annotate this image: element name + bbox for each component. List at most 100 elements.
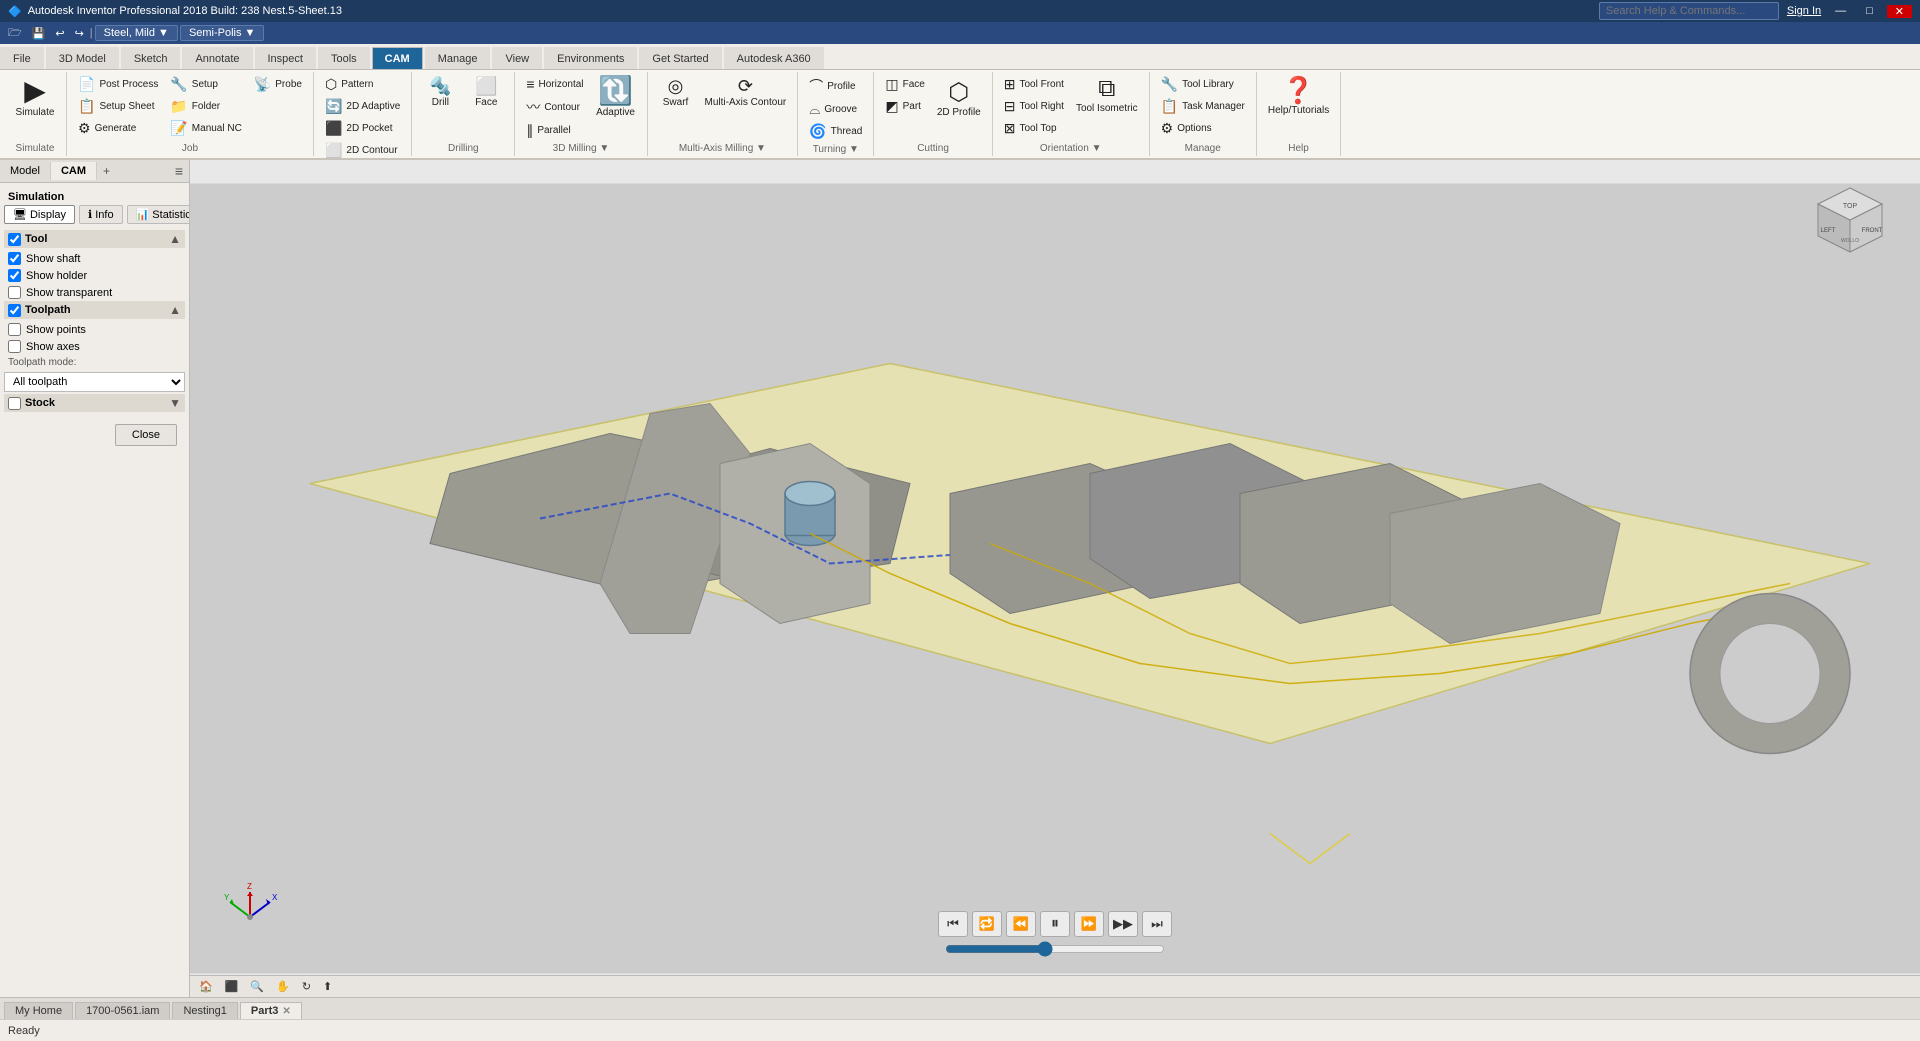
multi-axis-contour-button[interactable]: ⟳ Multi-Axis Contour: [700, 74, 792, 111]
manual-nc-button[interactable]: 📝 Manual NC: [165, 118, 246, 139]
panel-menu-btn[interactable]: ≡: [169, 160, 189, 182]
tool-section-checkbox[interactable]: [8, 233, 21, 246]
sim-tab-statistics[interactable]: 📊 Statistics: [127, 205, 189, 224]
next-op-btn[interactable]: ▶▶: [1108, 911, 1138, 937]
pan-btn[interactable]: ✋: [271, 978, 295, 995]
surface-selector[interactable]: Semi-Polis ▼: [180, 25, 265, 41]
undo-btn[interactable]: ↩: [51, 25, 68, 42]
toolpath-section-header[interactable]: Toolpath ▲: [4, 301, 185, 319]
pattern-button[interactable]: ⬡ Pattern: [320, 74, 405, 95]
stock-section-toggle[interactable]: ▼: [169, 396, 181, 410]
profile-button[interactable]: ⌒ Profile: [804, 74, 867, 98]
sim-tab-info[interactable]: ℹ Info: [79, 205, 123, 224]
sign-in-link[interactable]: Sign In: [1787, 5, 1821, 17]
2d-contour-button[interactable]: ⬜ 2D Contour: [320, 140, 405, 160]
tool-isometric-button[interactable]: ⧉ Tool Isometric: [1071, 74, 1143, 117]
tab-get-started[interactable]: Get Started: [639, 47, 721, 69]
setup-button[interactable]: 🔧 Setup: [165, 74, 246, 95]
toolpath-section-toggle[interactable]: ▲: [169, 303, 181, 317]
tab-tools[interactable]: Tools: [318, 47, 370, 69]
post-process-button[interactable]: 📄 Post Process: [73, 74, 163, 95]
part-button[interactable]: ◩ Part: [880, 96, 929, 117]
swarf-button[interactable]: ◎ Swarf: [654, 74, 698, 111]
contour-button[interactable]: 〰 Contour: [521, 95, 588, 119]
tool-top-button[interactable]: ⊠ Tool Top: [999, 118, 1069, 139]
search-input[interactable]: [1599, 2, 1779, 20]
minimize-btn[interactable]: —: [1829, 5, 1852, 17]
tab-nesting[interactable]: Nesting1: [172, 1002, 237, 1019]
material-selector[interactable]: Steel, Mild ▼: [95, 25, 178, 41]
open-btn[interactable]: 🗁: [4, 22, 26, 45]
toolpath-mode-select[interactable]: All toolpath Active toolpath None: [4, 372, 185, 392]
generate-button[interactable]: ⚙ Generate: [73, 118, 163, 139]
view-cube[interactable]: TOP LEFT FRONT WOLLO: [1810, 180, 1890, 260]
face-cut-button[interactable]: ◫ Face: [880, 74, 929, 95]
stock-section-checkbox[interactable]: [8, 397, 21, 410]
probe-button[interactable]: 📡 Probe: [249, 74, 307, 95]
tab-sketch[interactable]: Sketch: [121, 47, 181, 69]
help-tutorials-button[interactable]: ❓ Help/Tutorials: [1263, 74, 1334, 119]
save-btn[interactable]: 💾: [28, 25, 50, 42]
show-transparent-checkbox[interactable]: [8, 286, 21, 299]
tool-library-button[interactable]: 🔧 Tool Library: [1156, 74, 1250, 95]
tab-cam[interactable]: CAM: [372, 47, 423, 69]
show-shaft-row[interactable]: Show shaft: [4, 250, 185, 267]
face-button[interactable]: ⬜ Face: [464, 74, 508, 111]
tool-section-toggle[interactable]: ▲: [169, 232, 181, 246]
tab-part3[interactable]: Part3 ✕: [240, 1002, 302, 1019]
setup-sheet-button[interactable]: 📋 Setup Sheet: [73, 96, 163, 117]
look-at-btn[interactable]: ⬛: [220, 978, 244, 995]
tab-environments[interactable]: Environments: [544, 47, 637, 69]
zoom-btn[interactable]: 🔍: [245, 978, 269, 995]
tool-right-button[interactable]: ⊟ Tool Right: [999, 96, 1069, 117]
show-holder-row[interactable]: Show holder: [4, 267, 185, 284]
tool-section-header[interactable]: Tool ▲: [4, 230, 185, 248]
panel-tab-cam[interactable]: CAM: [51, 162, 97, 180]
step-fwd-btn[interactable]: ⏩: [1074, 911, 1104, 937]
2d-pocket-button[interactable]: ⬛ 2D Pocket: [320, 118, 405, 139]
step-back-btn[interactable]: ⏪: [1006, 911, 1036, 937]
panel-tab-model[interactable]: Model: [0, 162, 51, 180]
task-manager-button[interactable]: 📋 Task Manager: [1156, 96, 1250, 117]
skip-to-start-btn[interactable]: ⏮: [938, 911, 968, 937]
tab-a360[interactable]: Autodesk A360: [724, 47, 824, 69]
folder-button[interactable]: 📁 Folder: [165, 96, 246, 117]
add-panel-tab[interactable]: +: [97, 161, 116, 181]
toolpath-section-checkbox[interactable]: [8, 304, 21, 317]
pause-btn[interactable]: ⏸: [1040, 911, 1070, 937]
show-axes-checkbox[interactable]: [8, 340, 21, 353]
groove-button[interactable]: ⌓ Groove: [804, 99, 867, 120]
part3-close-icon[interactable]: ✕: [282, 1006, 290, 1017]
adaptive-button[interactable]: 🔃 Adaptive: [591, 74, 641, 121]
thread-button[interactable]: 🌀 Thread: [804, 121, 867, 142]
simulate-button[interactable]: ▶ Simulate: [10, 74, 60, 121]
stock-section-header[interactable]: Stock ▼: [4, 394, 185, 412]
horizontal-button[interactable]: ≡ Horizontal: [521, 74, 588, 94]
2d-profile-button[interactable]: ⬡ 2D Profile: [932, 78, 986, 121]
tab-annotate[interactable]: Annotate: [182, 47, 252, 69]
tab-file[interactable]: File: [0, 47, 44, 69]
tab-manage[interactable]: Manage: [425, 47, 491, 69]
show-transparent-row[interactable]: Show transparent: [4, 284, 185, 301]
sim-tab-display[interactable]: 🖥 Display: [4, 205, 75, 224]
loop-btn[interactable]: 🔁: [972, 911, 1002, 937]
parallel-button[interactable]: ∥ Parallel: [521, 120, 588, 141]
drill-button[interactable]: 🔩 Drill: [418, 74, 462, 111]
tab-my-home[interactable]: My Home: [4, 1002, 73, 1019]
tab-3dmodel[interactable]: 3D Model: [46, 47, 119, 69]
expand-btn[interactable]: ⬆: [318, 978, 337, 995]
show-points-row[interactable]: Show points: [4, 321, 185, 338]
show-shaft-checkbox[interactable]: [8, 252, 21, 265]
close-button[interactable]: Close: [115, 424, 177, 446]
tab-inspect[interactable]: Inspect: [255, 47, 316, 69]
skip-end-btn[interactable]: ⏭: [1142, 911, 1172, 937]
redo-btn[interactable]: ↪: [71, 25, 88, 42]
show-axes-row[interactable]: Show axes: [4, 338, 185, 355]
options-button[interactable]: ⚙ Options: [1156, 118, 1250, 139]
sim-progress-slider[interactable]: [945, 941, 1165, 957]
tab-view[interactable]: View: [492, 47, 542, 69]
close-btn-title[interactable]: ✕: [1887, 5, 1912, 18]
maximize-btn[interactable]: □: [1860, 5, 1879, 17]
home-view-btn[interactable]: 🏠: [194, 978, 218, 995]
viewport[interactable]: TOP LEFT FRONT WOLLO X Y Z: [190, 160, 1920, 997]
